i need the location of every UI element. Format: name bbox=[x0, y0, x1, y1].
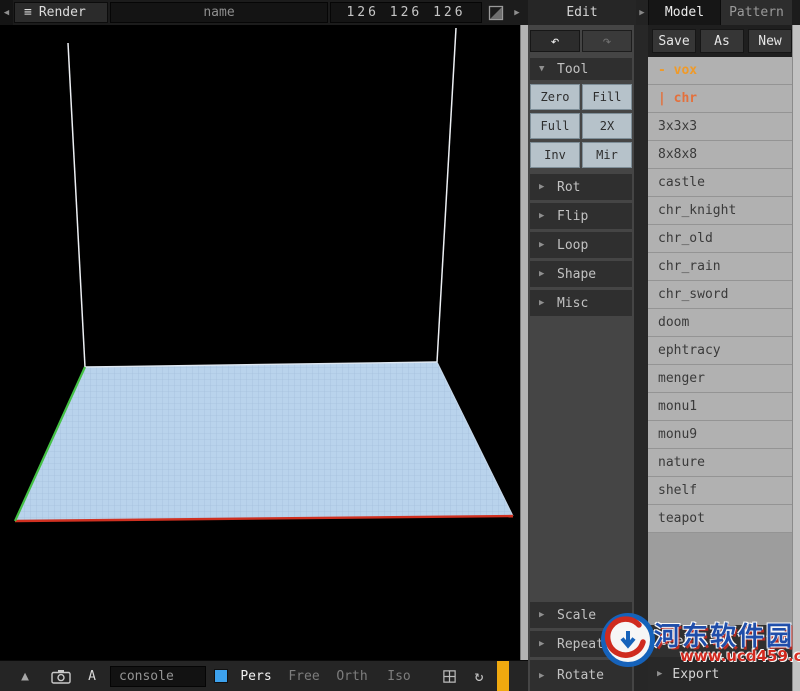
camera-icon bbox=[51, 669, 71, 684]
file-item[interactable]: monu1 bbox=[648, 393, 792, 421]
render-label: Render bbox=[39, 5, 86, 20]
open-button[interactable]: Open bbox=[648, 625, 792, 657]
accent-color-bar[interactable] bbox=[497, 661, 509, 691]
file-item[interactable]: teapot bbox=[648, 505, 792, 533]
size-value: 126 126 126 bbox=[346, 5, 465, 20]
top-bar: ◀ ≡ Render name 126 126 126 ▶ Edit ▶ Mod bbox=[0, 0, 800, 26]
console-input[interactable]: console bbox=[110, 666, 206, 687]
tool-2x-button[interactable]: 2X bbox=[582, 113, 632, 139]
edit-panel-right-strip bbox=[634, 25, 648, 691]
bottom-bar: ▲ A console Pers Free Orth Iso bbox=[0, 660, 528, 691]
tool-fill-button[interactable]: Fill bbox=[582, 84, 632, 110]
expand-arrow-icon: ▶ bbox=[539, 671, 548, 681]
tool-full-button[interactable]: Full bbox=[530, 113, 580, 139]
redo-icon: ↷ bbox=[602, 32, 611, 50]
up-arrow-button[interactable]: ▲ bbox=[12, 666, 38, 686]
viewmode-pers[interactable]: Pers bbox=[234, 665, 278, 687]
file-item[interactable]: 8x8x8 bbox=[648, 141, 792, 169]
save-button[interactable]: Save bbox=[652, 29, 696, 53]
file-item-chr[interactable]: | chr bbox=[648, 85, 792, 113]
file-item[interactable]: chr_rain bbox=[648, 253, 792, 281]
model-panel: Save As New - vox | chr 3x3x3 8x8x8 cast… bbox=[648, 25, 792, 691]
viewport-3d[interactable] bbox=[0, 25, 520, 660]
section-flip[interactable]: ▶ Flip bbox=[530, 203, 632, 229]
file-item[interactable]: menger bbox=[648, 365, 792, 393]
name-input[interactable]: name bbox=[110, 2, 328, 23]
file-item[interactable]: doom bbox=[648, 309, 792, 337]
undo-button[interactable]: ↶ bbox=[530, 30, 580, 52]
left-arrow-icon: ◀ bbox=[4, 8, 9, 18]
section-rot[interactable]: ▶ Rot bbox=[530, 174, 632, 200]
save-as-button[interactable]: As bbox=[700, 29, 744, 53]
file-item[interactable]: chr_knight bbox=[648, 197, 792, 225]
tab-model[interactable]: Model bbox=[648, 0, 720, 25]
delete-file-button[interactable] bbox=[764, 632, 784, 650]
collapse-arrow-icon: ▼ bbox=[539, 64, 548, 74]
tool-mir-button[interactable]: Mir bbox=[582, 142, 632, 168]
section-scale[interactable]: ▶ Scale bbox=[530, 602, 632, 628]
section-loop[interactable]: ▶ Loop bbox=[530, 232, 632, 258]
edit-panel-title: Edit bbox=[528, 0, 636, 25]
expand-arrow-icon: ▶ bbox=[539, 211, 548, 221]
section-repeat[interactable]: ▶ Repeat bbox=[530, 631, 632, 657]
name-value: name bbox=[203, 5, 234, 20]
screenshot-button[interactable] bbox=[46, 665, 76, 687]
size-input[interactable]: 126 126 126 bbox=[330, 2, 482, 23]
top-bar-corner bbox=[792, 0, 800, 25]
file-item[interactable]: chr_old bbox=[648, 225, 792, 253]
active-color-swatch[interactable] bbox=[214, 669, 228, 683]
panel-expand-arrow[interactable]: ▶ bbox=[508, 0, 526, 25]
file-item[interactable]: 3x3x3 bbox=[648, 113, 792, 141]
axis-toggle-button[interactable]: A bbox=[80, 665, 104, 687]
file-item-vox[interactable]: - vox bbox=[648, 57, 792, 85]
file-item[interactable]: ephtracy bbox=[648, 337, 792, 365]
edit-panel: ↶ ↷ ▼ Tool Zero Fill Full 2X Inv Mir ▶ R… bbox=[528, 25, 648, 691]
resize-icon-glyph bbox=[488, 5, 504, 21]
up-arrow-icon: ▲ bbox=[21, 669, 29, 684]
viewport-scrollbar[interactable] bbox=[520, 25, 528, 660]
tool-zero-button[interactable]: Zero bbox=[530, 84, 580, 110]
section-tool[interactable]: ▼ Tool bbox=[530, 58, 632, 80]
tab-pattern[interactable]: Pattern bbox=[720, 0, 792, 25]
file-item[interactable]: chr_sword bbox=[648, 281, 792, 309]
expand-arrow-icon: ▶ bbox=[539, 610, 548, 620]
redo-button[interactable]: ↷ bbox=[582, 30, 632, 52]
file-item[interactable]: shelf bbox=[648, 477, 792, 505]
grid-icon bbox=[442, 669, 457, 684]
file-item[interactable]: nature bbox=[648, 449, 792, 477]
rotate-icon: ↻ bbox=[474, 667, 483, 685]
file-item[interactable]: monu9 bbox=[648, 421, 792, 449]
viewmode-free[interactable]: Free bbox=[282, 665, 326, 687]
expand-arrow-icon: ▶ bbox=[539, 182, 548, 192]
trash-icon bbox=[764, 632, 779, 649]
file-item[interactable]: castle bbox=[648, 169, 792, 197]
tool-inv-button[interactable]: Inv bbox=[530, 142, 580, 168]
expand-arrow-icon: ▶ bbox=[539, 298, 548, 308]
new-button[interactable]: New bbox=[748, 29, 792, 53]
section-shape[interactable]: ▶ Shape bbox=[530, 261, 632, 287]
viewmode-iso[interactable]: Iso bbox=[380, 665, 418, 687]
export-button[interactable]: ▶ Export bbox=[648, 657, 792, 691]
expand-arrow-icon: ▶ bbox=[539, 639, 548, 649]
viewmode-orth[interactable]: Orth bbox=[330, 665, 374, 687]
edit-expand-arrow[interactable]: ▶ bbox=[636, 0, 648, 25]
model-panel-scrollbar[interactable] bbox=[792, 25, 800, 691]
magicavoxel-app: ◀ ≡ Render name 126 126 126 ▶ Edit ▶ Mod bbox=[0, 0, 800, 691]
model-panel-header: Save As New bbox=[648, 25, 792, 57]
expand-arrow-icon: ▶ bbox=[539, 240, 548, 250]
menu-icon: ≡ bbox=[24, 5, 32, 20]
collapse-left-arrow[interactable]: ◀ bbox=[0, 0, 13, 25]
undo-icon: ↶ bbox=[550, 32, 559, 50]
resize-icon[interactable] bbox=[486, 3, 506, 22]
grid-toggle-button[interactable] bbox=[436, 665, 462, 687]
section-misc[interactable]: ▶ Misc bbox=[530, 290, 632, 316]
section-rotate[interactable]: ▶ Rotate bbox=[530, 660, 632, 691]
console-value: console bbox=[119, 669, 174, 684]
expand-arrow-icon: ▶ bbox=[539, 269, 548, 279]
expand-arrow-icon: ▶ bbox=[657, 669, 662, 679]
file-list: - vox | chr 3x3x3 8x8x8 castle chr_knigh… bbox=[648, 57, 792, 625]
reset-view-button[interactable]: ↻ bbox=[466, 665, 492, 687]
render-button[interactable]: ≡ Render bbox=[14, 2, 108, 23]
